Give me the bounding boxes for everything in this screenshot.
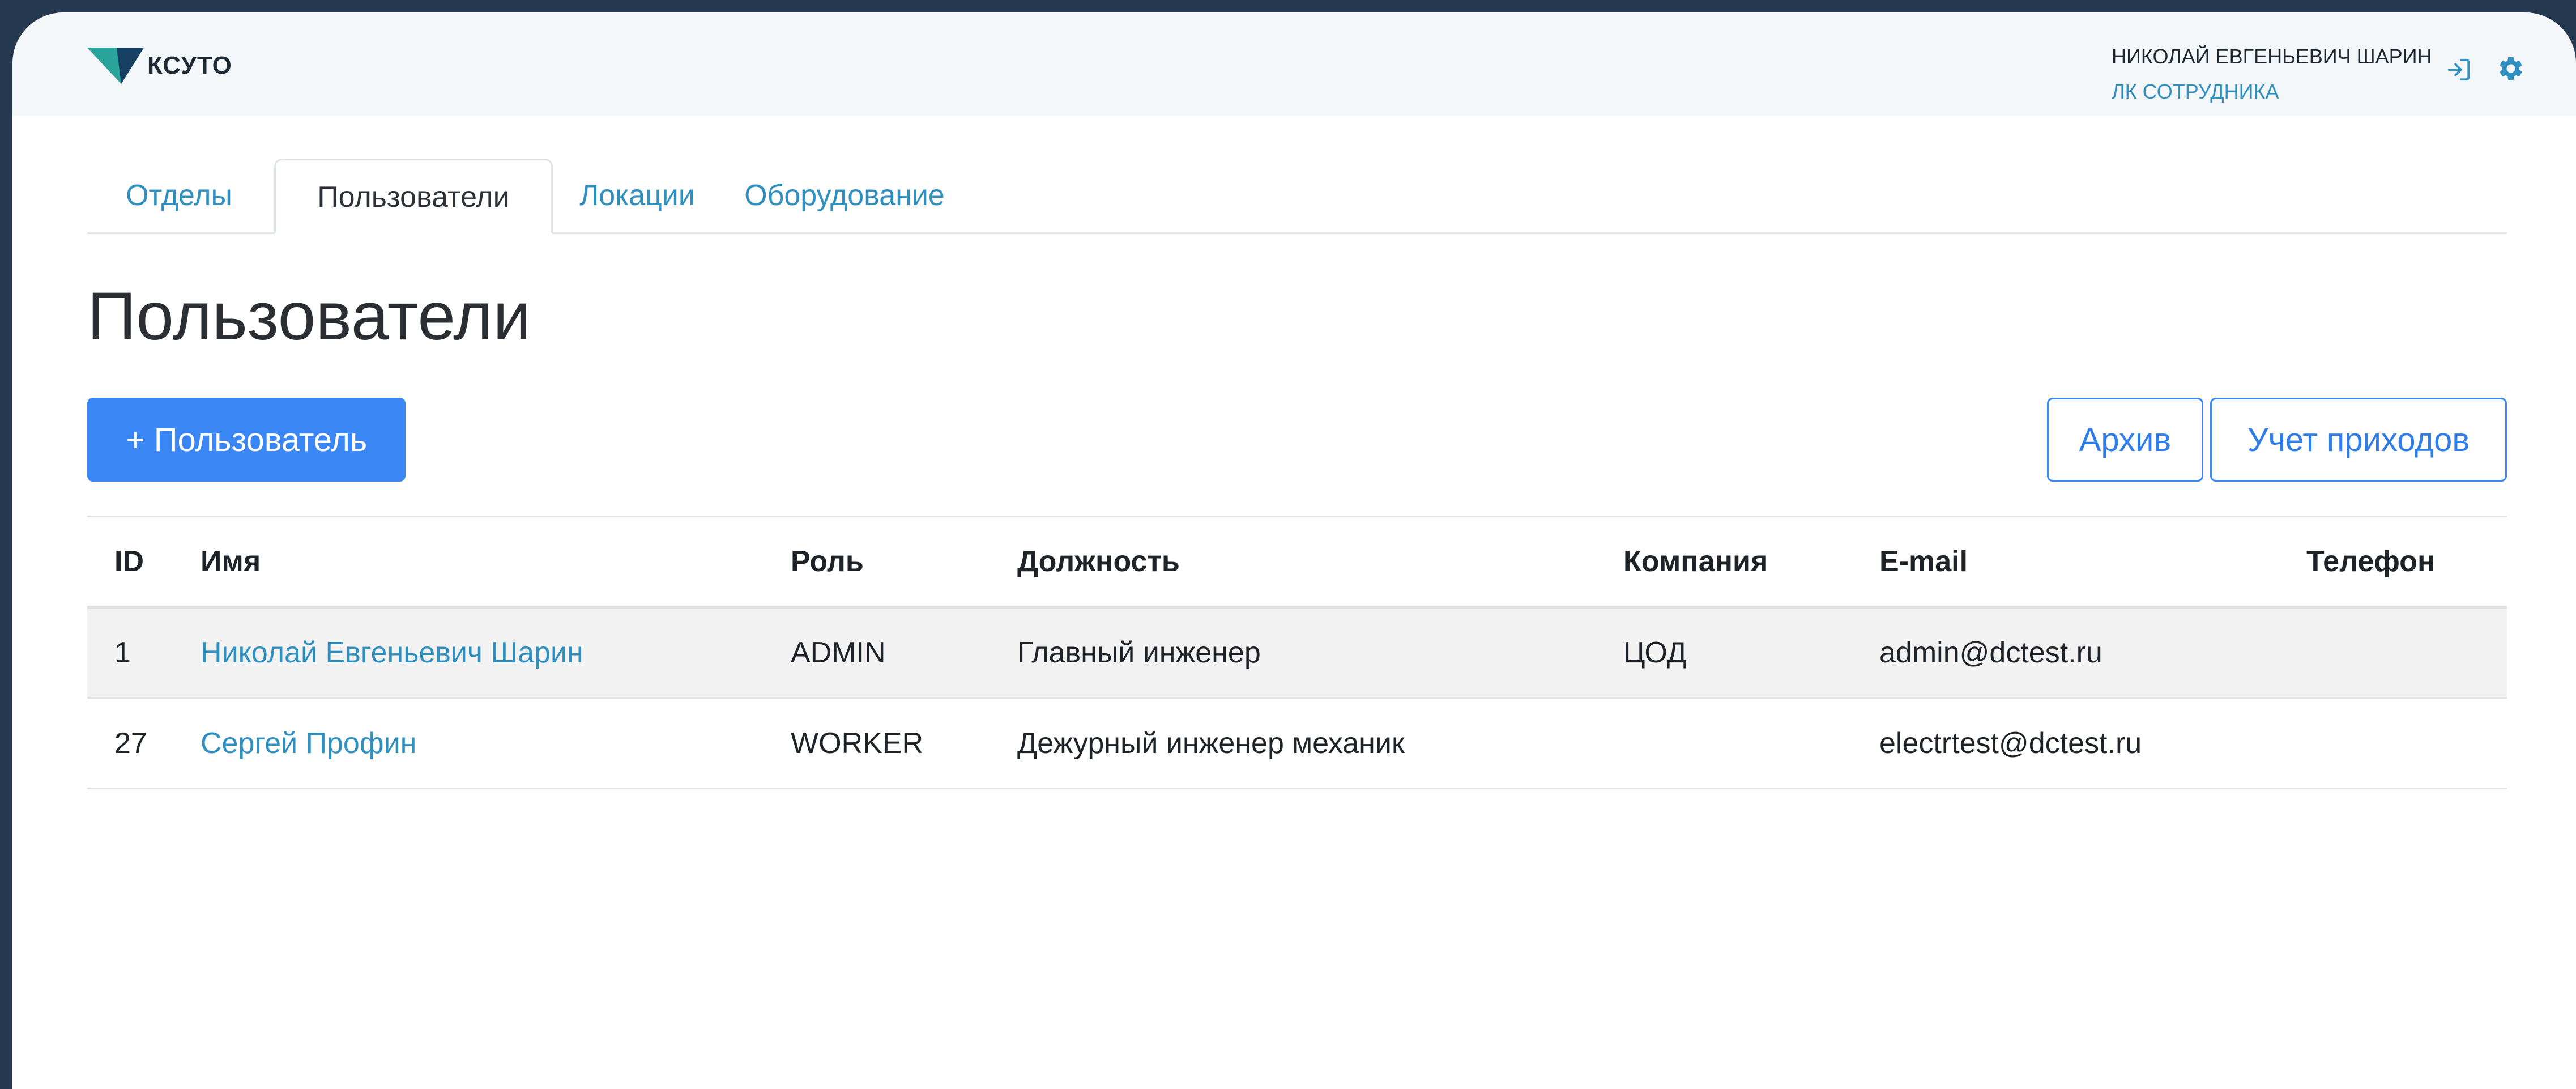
cell-id: 1 bbox=[87, 607, 173, 699]
page-title: Пользователи bbox=[87, 278, 531, 354]
column-header-company[interactable]: Компания bbox=[1596, 516, 1852, 609]
cell-email: electrtest@dctest.ru bbox=[1852, 697, 2279, 789]
logo-text: КСУТО bbox=[147, 52, 232, 79]
top-header: КСУТО НИКОЛАЙ ЕВГЕНЬЕВИЧ ШАРИН ЛК СОТРУД… bbox=[12, 12, 2576, 116]
logo[interactable]: КСУТО bbox=[87, 48, 232, 84]
tab-users[interactable]: Пользователи bbox=[274, 159, 553, 234]
tab-locations[interactable]: Локации bbox=[555, 159, 719, 232]
gear-icon[interactable] bbox=[2497, 54, 2525, 83]
cell-company: ЦОД bbox=[1596, 607, 1852, 699]
archive-button[interactable]: Архив bbox=[2047, 398, 2203, 482]
add-user-button[interactable]: + Пользователь bbox=[87, 398, 406, 482]
user-name: НИКОЛАЙ ЕВГЕНЬЕВИЧ ШАРИН bbox=[2112, 45, 2432, 68]
cell-role: ADMIN bbox=[764, 607, 990, 699]
cell-email: admin@dctest.ru bbox=[1852, 607, 2279, 699]
cell-company bbox=[1596, 697, 1852, 789]
table-row: 27 Сергей Профин WORKER Дежурный инженер… bbox=[87, 697, 2507, 789]
cell-phone bbox=[2279, 697, 2507, 789]
cell-position: Главный инженер bbox=[990, 607, 1596, 699]
logout-icon[interactable] bbox=[2446, 57, 2472, 83]
table-header-row: ID Имя Роль Должность Компания E-mail Те… bbox=[87, 516, 2507, 609]
cell-phone bbox=[2279, 607, 2507, 699]
tab-bar: Отделы Пользователи Локации Оборудование bbox=[87, 159, 2507, 234]
logo-icon bbox=[87, 48, 144, 84]
tab-departments[interactable]: Отделы bbox=[87, 159, 271, 232]
cell-name: Сергей Профин bbox=[173, 697, 764, 789]
user-name-link[interactable]: Николай Евгеньевич Шарин bbox=[201, 636, 583, 669]
column-header-id[interactable]: ID bbox=[87, 516, 173, 609]
column-header-role[interactable]: Роль bbox=[764, 516, 990, 609]
cell-name: Николай Евгеньевич Шарин bbox=[173, 607, 764, 699]
column-header-name[interactable]: Имя bbox=[173, 516, 764, 609]
cell-position: Дежурный инженер механик bbox=[990, 697, 1596, 789]
column-header-phone[interactable]: Телефон bbox=[2279, 516, 2507, 609]
cell-role: WORKER bbox=[764, 697, 990, 789]
column-header-email[interactable]: E-mail bbox=[1852, 516, 2279, 609]
users-table: ID Имя Роль Должность Компания E-mail Те… bbox=[87, 516, 2507, 789]
table-row: 1 Николай Евгеньевич Шарин ADMIN Главный… bbox=[87, 607, 2507, 699]
user-cabinet-link[interactable]: ЛК СОТРУДНИКА bbox=[2112, 82, 2432, 102]
cell-id: 27 bbox=[87, 697, 173, 789]
income-accounting-button[interactable]: Учет приходов bbox=[2210, 398, 2507, 482]
user-block: НИКОЛАЙ ЕВГЕНЬЕВИЧ ШАРИН ЛК СОТРУДНИКА bbox=[2112, 46, 2432, 102]
app-window: КСУТО НИКОЛАЙ ЕВГЕНЬЕВИЧ ШАРИН ЛК СОТРУД… bbox=[12, 12, 2576, 1089]
column-header-position[interactable]: Должность bbox=[990, 516, 1596, 609]
user-name-link[interactable]: Сергей Профин bbox=[201, 727, 416, 760]
tab-equipment[interactable]: Оборудование bbox=[722, 159, 967, 232]
